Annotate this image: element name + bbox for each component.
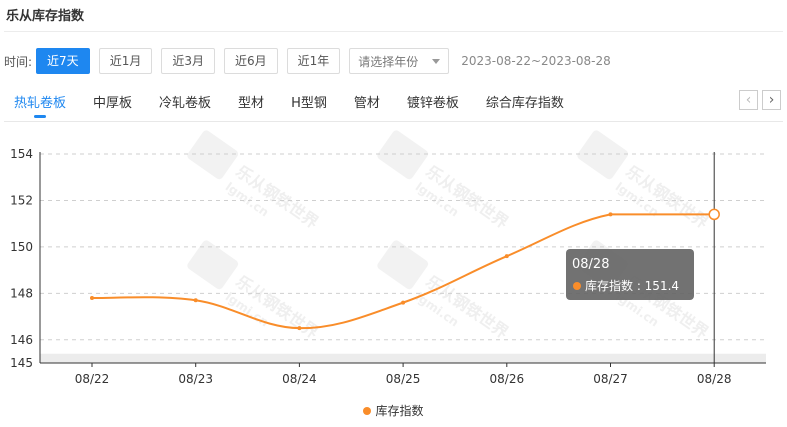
tab-pipe[interactable]: 管材 [354, 92, 380, 120]
tabs-divider [4, 121, 783, 122]
time-label: 时间: [4, 54, 33, 69]
range-1y-button[interactable]: 近1年 [286, 48, 341, 74]
x-tick-label: 08/28 [697, 372, 732, 386]
x-tick-label: 08/27 [593, 372, 628, 386]
y-tick-label: 150 [10, 240, 33, 254]
x-tick-label: 08/22 [75, 372, 110, 386]
x-tick-label: 08/24 [282, 372, 317, 386]
x-tick-label: 08/23 [178, 372, 213, 386]
inventory-line-chart: 乐从钢铁世界lgmi.cn 乐从钢铁世界lgmi.cn 乐从钢铁世界lgmi.cn乐… [10, 130, 766, 386]
x-tick-label: 08/25 [386, 372, 421, 386]
data-point[interactable] [401, 300, 406, 305]
chevron-down-icon [432, 58, 441, 64]
tab-hot-rolled[interactable]: 热轧卷板 [14, 92, 66, 120]
y-tick-label: 146 [10, 333, 33, 347]
tab-cold-rolled[interactable]: 冷轧卷板 [159, 92, 211, 120]
year-select-placeholder: 请选择年份 [358, 54, 419, 69]
data-point[interactable] [90, 295, 94, 300]
tooltip-series-marker [573, 282, 581, 290]
time-filter-row: 时间: 近7天 近1月 近3月 近6月 近1年 请选择年份 2023-08-22… [4, 48, 611, 74]
watermark-stamp: 乐从钢铁世界lgmi.cn [187, 130, 322, 232]
watermark-logo-icon [577, 130, 629, 180]
date-range-text: 2023-08-22~2023-08-28 [461, 54, 611, 68]
tabs-next-button[interactable]: › [762, 90, 781, 110]
data-point-highlighted[interactable] [708, 208, 720, 221]
legend-label: 库存指数 [375, 404, 424, 418]
data-point[interactable] [193, 298, 198, 303]
y-tick-label: 154 [10, 147, 33, 161]
category-tabs: 热轧卷板 中厚板 冷轧卷板 型材 H型钢 管材 镀锌卷板 综合库存指数 [14, 92, 591, 120]
range-7d-button[interactable]: 近7天 [36, 48, 90, 74]
range-6m-button[interactable]: 近6月 [223, 48, 278, 74]
y-tick-label: 145 [10, 356, 33, 370]
data-point[interactable] [297, 326, 302, 331]
tabs-prev-button[interactable]: ‹ [739, 90, 758, 110]
tooltip-series-label: 库存指数 : 151.4 [585, 278, 679, 293]
tab-galvanized[interactable]: 镀锌卷板 [407, 92, 459, 120]
x-tick-label: 08/26 [490, 372, 525, 386]
tab-h-beam[interactable]: H型钢 [291, 92, 327, 120]
legend-marker [363, 406, 372, 415]
title-divider [4, 31, 783, 32]
page-title: 乐从库存指数 [6, 9, 85, 24]
y-tick-label: 152 [10, 193, 33, 207]
range-1m-button[interactable]: 近1月 [98, 48, 153, 74]
range-3m-button[interactable]: 近3月 [161, 48, 215, 74]
y-tick-label: 148 [10, 286, 33, 300]
year-select[interactable]: 请选择年份 [349, 48, 450, 74]
data-point[interactable] [608, 212, 613, 217]
tab-composite-index[interactable]: 综合库存指数 [486, 92, 564, 120]
data-point[interactable] [504, 254, 509, 259]
tab-section-steel[interactable]: 型材 [238, 92, 264, 120]
watermark-stamp: 乐从钢铁世界lgmi.cn [377, 240, 512, 342]
watermark-stamp: 乐从钢铁世界lgmi.cn [187, 240, 322, 342]
tab-medium-plate[interactable]: 中厚板 [93, 92, 132, 120]
watermark-stamp: 乐从钢铁世界lgmi.cn [377, 130, 512, 232]
tooltip-date: 08/28 [572, 257, 609, 272]
plot-bottom-band [40, 353, 766, 363]
watermark-logo-icon [187, 130, 239, 180]
chart-legend[interactable]: 库存指数 [0, 402, 787, 419]
watermark-stamp: 乐从钢铁世界lgmi.cn [577, 130, 712, 232]
watermark-logo-icon [377, 130, 429, 180]
